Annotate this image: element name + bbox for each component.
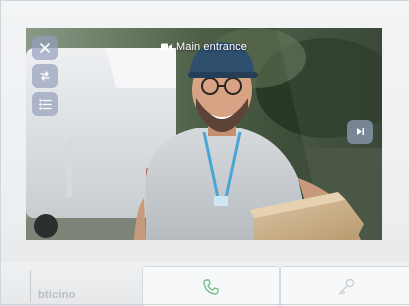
brand-logo: bticino <box>38 289 76 301</box>
video-screen: Main entrance <box>26 28 382 240</box>
answer-call-button[interactable] <box>142 266 280 306</box>
next-camera-button[interactable] <box>347 120 373 144</box>
intercom-device: Main entrance bticino <box>0 0 410 306</box>
close-icon <box>40 43 50 53</box>
video-camera-icon <box>160 43 172 51</box>
next-icon <box>356 123 365 141</box>
brand-divider <box>30 270 31 302</box>
list-icon <box>38 98 52 110</box>
door-open-button[interactable] <box>280 266 410 306</box>
camera-name-label: Main entrance <box>26 41 382 53</box>
camera-feed <box>26 28 382 240</box>
swap-button[interactable] <box>32 64 58 88</box>
phone-icon <box>202 278 220 296</box>
swap-icon <box>39 70 51 82</box>
key-icon <box>336 278 356 296</box>
close-button[interactable] <box>32 36 58 60</box>
menu-list-button[interactable] <box>32 92 58 116</box>
camera-name-text: Main entrance <box>175 41 247 53</box>
